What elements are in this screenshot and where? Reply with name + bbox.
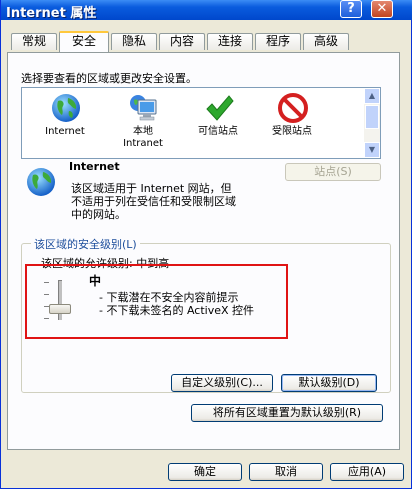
cancel-button[interactable]: 取消 (249, 463, 323, 481)
zone-label-local-intranet: 本地 Intranet (123, 126, 163, 149)
window-title: Internet 属性 (6, 6, 97, 21)
zone-item-restricted-sites[interactable]: 受限站点 (253, 88, 331, 158)
security-level-group-title: 该区域的安全级别(L) (31, 236, 140, 252)
security-bullet-2: - 不下载未签名的 ActiveX 控件 (99, 304, 255, 317)
zone-prompt: 选择要查看的区域或更改安全设置。 (21, 72, 197, 85)
reset-all-zones-button[interactable]: 将所有区域重置为默认级别(R) (191, 404, 383, 422)
zone-label-trusted-sites: 可信站点 (198, 126, 238, 137)
security-level-name: 中 (89, 274, 102, 288)
dialog-window: Internet 属性 ? ✕ 常规 安全 隐私 内容 连接 程序 高级 选择要… (0, 0, 412, 489)
scroll-thumb[interactable] (365, 105, 379, 129)
zone-list-scrollbar[interactable]: ▲ ▼ (364, 88, 380, 158)
checkmark-icon (206, 95, 234, 121)
close-button[interactable]: ✕ (371, 0, 393, 18)
slider-tick (44, 318, 49, 319)
no-entry-icon (278, 93, 308, 123)
zone-list[interactable]: Internet 本地 Intranet 可信站点 受限站点 ▲ ▼ (21, 87, 381, 159)
zone-item-trusted-sites[interactable]: 可信站点 (179, 88, 257, 158)
custom-level-button[interactable]: 自定义级别(C)... (171, 374, 273, 392)
zone-item-local-intranet[interactable]: 本地 Intranet (104, 88, 182, 158)
slider-tick (44, 294, 49, 295)
zone-label-internet: Internet (45, 126, 85, 137)
tab-advanced[interactable]: 高级 (303, 33, 349, 50)
default-level-button[interactable]: 默认级别(D) (281, 374, 377, 392)
zone-description-line3: 中的网站。 (71, 208, 126, 221)
scroll-up-arrow-icon[interactable]: ▲ (364, 88, 380, 104)
sites-button[interactable]: 站点(S) (285, 163, 381, 181)
globe-icon (52, 94, 80, 122)
tab-privacy[interactable]: 隐私 (111, 33, 157, 50)
security-slider-track[interactable] (58, 280, 62, 320)
tab-general[interactable]: 常规 (11, 33, 57, 50)
slider-tick (44, 282, 49, 283)
ok-button[interactable]: 确定 (168, 463, 242, 481)
tab-connections[interactable]: 连接 (207, 33, 253, 50)
globe-icon (27, 168, 55, 196)
scroll-down-arrow-icon[interactable]: ▼ (364, 142, 380, 158)
apply-button[interactable]: 应用(A) (330, 463, 404, 481)
title-bar[interactable]: Internet 属性 ? ✕ (1, 0, 412, 21)
tab-content[interactable]: 内容 (159, 33, 205, 50)
help-button[interactable]: ? (340, 0, 362, 18)
computer-network-icon (130, 95, 157, 121)
tab-programs[interactable]: 程序 (255, 33, 301, 50)
security-slider-thumb[interactable] (49, 304, 71, 314)
tab-security[interactable]: 安全 (59, 31, 109, 52)
zone-item-internet[interactable]: Internet (26, 88, 104, 158)
zone-label-restricted-sites: 受限站点 (272, 126, 312, 137)
zone-info-title: Internet (69, 160, 120, 173)
